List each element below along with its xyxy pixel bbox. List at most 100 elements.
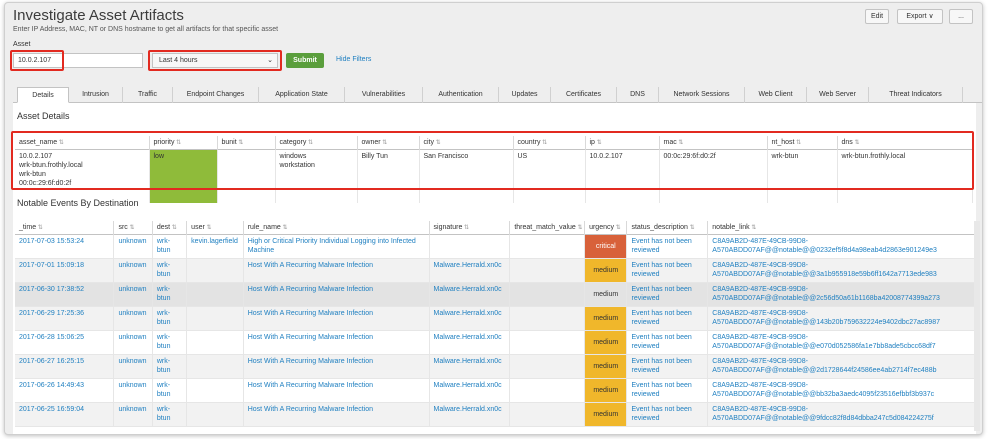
cell-src[interactable]: unknown bbox=[113, 330, 153, 354]
tab-authentication[interactable]: Authentication bbox=[423, 87, 499, 103]
sort-icon[interactable]: ⇅ bbox=[381, 140, 387, 146]
notable-link-line[interactable]: C8A9AB2D-487E-49CB-99D8- bbox=[712, 357, 970, 366]
column-header-dest[interactable]: dest ⇅ bbox=[152, 221, 188, 234]
cell-rule-name[interactable]: Host With A Recurring Malware Infection bbox=[243, 402, 430, 426]
cell-signature[interactable]: Malware.Herrald.xn0c bbox=[429, 306, 511, 330]
sort-icon[interactable]: ⇅ bbox=[462, 225, 469, 231]
cell-urgency[interactable]: medium bbox=[584, 258, 628, 282]
cell-urgency[interactable]: critical bbox=[584, 234, 628, 258]
cell-signature[interactable]: Malware.Herrald.xn0c bbox=[429, 402, 511, 426]
cell-dest[interactable]: wrk-btun bbox=[152, 330, 188, 354]
cell-user[interactable] bbox=[186, 306, 244, 330]
sort-icon[interactable]: ⇅ bbox=[205, 225, 211, 231]
table-row[interactable]: 2017-07-03 15:53:24 unknown wrk-btun kevin.… bbox=[15, 234, 975, 258]
notable-link-line[interactable]: A570ABDD07AF@@notable@@2d1728644f24586ee… bbox=[712, 366, 970, 375]
column-header-city[interactable]: city ⇅ bbox=[419, 136, 514, 149]
cell-rule-name[interactable]: Host With A Recurring Malware Infection bbox=[243, 282, 430, 306]
cell-urgency[interactable]: medium bbox=[584, 354, 628, 378]
tab-traffic[interactable]: Traffic bbox=[123, 87, 173, 103]
cell-urgency[interactable]: medium bbox=[584, 330, 628, 354]
tab-updates[interactable]: Updates bbox=[499, 87, 551, 103]
edit-button[interactable]: Edit bbox=[865, 9, 889, 24]
cell-src[interactable]: unknown bbox=[113, 234, 153, 258]
column-header-asset-name[interactable]: asset_name ⇅ bbox=[15, 136, 150, 149]
cell-time[interactable]: 2017-07-03 15:53:24 bbox=[15, 234, 115, 258]
export-button[interactable]: Export ∨ bbox=[897, 9, 943, 24]
notable-link-line[interactable]: A570ABDD07AF@@notable@@2c56d50a61b1168ba… bbox=[712, 294, 970, 303]
table-row[interactable]: 2017-06-25 16:59:04 unknown wrk-btun Host W… bbox=[15, 402, 975, 426]
cell-notable-link[interactable]: C8A9AB2D-487E-49CB-99D8- A570ABDD07AF@@no… bbox=[707, 402, 975, 426]
column-header-nt-host[interactable]: nt_host ⇅ bbox=[767, 136, 838, 149]
column-header-signature[interactable]: signature ⇅ bbox=[429, 221, 511, 234]
cell-src[interactable]: unknown bbox=[113, 378, 153, 402]
column-header-rule-name[interactable]: rule_name ⇅ bbox=[243, 221, 430, 234]
column-header-bunit[interactable]: bunit ⇅ bbox=[217, 136, 276, 149]
sort-icon[interactable]: ⇅ bbox=[434, 140, 441, 146]
cell-dest[interactable]: wrk-btun bbox=[152, 402, 188, 426]
column-header-dns[interactable]: dns ⇅ bbox=[837, 136, 973, 149]
tab-application-state[interactable]: Application State bbox=[259, 87, 345, 103]
notable-link-line[interactable]: A570ABDD07AF@@notable@@9fdcc82f8d84dbba2… bbox=[712, 414, 970, 423]
cell-status-description[interactable]: Event has not been reviewed bbox=[626, 354, 709, 378]
notable-link-line[interactable]: A570ABDD07AF@@notable@@bb32ba3aedc4095f2… bbox=[712, 390, 970, 399]
notable-link-line[interactable]: C8A9AB2D-487E-49CB-99D8- bbox=[712, 405, 970, 414]
cell-dest[interactable]: wrk-btun bbox=[152, 306, 188, 330]
column-header-mac[interactable]: mac ⇅ bbox=[659, 136, 768, 149]
tab-details[interactable]: Details bbox=[17, 87, 69, 103]
cell-signature[interactable] bbox=[429, 234, 511, 258]
cell-signature[interactable]: Malware.Herrald.xn0c bbox=[429, 282, 511, 306]
hide-filters-link[interactable]: Hide Filters bbox=[336, 56, 371, 63]
notable-link-line[interactable]: A570ABDD07AF@@notable@@e070d052586fa1e7b… bbox=[712, 342, 970, 351]
cell-rule-name[interactable]: Host With A Recurring Malware Infection bbox=[243, 354, 430, 378]
sort-icon[interactable]: ⇅ bbox=[614, 225, 621, 231]
cell-urgency[interactable]: medium bbox=[584, 378, 628, 402]
column-header-ip[interactable]: ip ⇅ bbox=[585, 136, 660, 149]
cell-signature[interactable]: Malware.Herrald.xn0c bbox=[429, 378, 511, 402]
column-header-notable-link[interactable]: notable_link ⇅ bbox=[707, 221, 975, 234]
cell-signature[interactable]: Malware.Herrald.xn0c bbox=[429, 330, 511, 354]
cell-time[interactable]: 2017-06-28 15:06:25 bbox=[15, 330, 115, 354]
notable-link-line[interactable]: A570ABDD07AF@@notable@@3a1b955918e59b6ff… bbox=[712, 270, 970, 279]
notable-link-line[interactable]: C8A9AB2D-487E-49CB-99D8- bbox=[712, 309, 970, 318]
sort-icon[interactable]: ⇅ bbox=[128, 225, 134, 231]
cell-signature[interactable]: Malware.Herrald.xn0c bbox=[429, 354, 511, 378]
sort-icon[interactable]: ⇅ bbox=[576, 225, 582, 231]
cell-user[interactable] bbox=[186, 258, 244, 282]
cell-dest[interactable]: wrk-btun bbox=[152, 234, 188, 258]
cell-status-description[interactable]: Event has not been reviewed bbox=[626, 258, 709, 282]
asset-input[interactable] bbox=[13, 53, 143, 68]
sort-icon[interactable]: ⇅ bbox=[170, 225, 177, 231]
column-header-owner[interactable]: owner ⇅ bbox=[357, 136, 420, 149]
cell-time[interactable]: 2017-06-25 16:59:04 bbox=[15, 402, 115, 426]
cell-notable-link[interactable]: C8A9AB2D-487E-49CB-99D8- A570ABDD07AF@@no… bbox=[707, 282, 975, 306]
sort-icon[interactable]: ⇅ bbox=[175, 140, 181, 146]
notable-link-line[interactable]: C8A9AB2D-487E-49CB-99D8- bbox=[712, 237, 970, 246]
table-row[interactable]: 2017-07-01 15:09:18 unknown wrk-btun Host W… bbox=[15, 258, 975, 282]
cell-src[interactable]: unknown bbox=[113, 306, 153, 330]
column-header-category[interactable]: category ⇅ bbox=[275, 136, 358, 149]
cell-rule-name[interactable]: Host With A Recurring Malware Infection bbox=[243, 330, 430, 354]
cell-dest[interactable]: wrk-btun bbox=[152, 378, 188, 402]
cell-rule-name[interactable]: High or Critical Priority Individual Log… bbox=[243, 234, 430, 258]
notable-link-line[interactable]: C8A9AB2D-487E-49CB-99D8- bbox=[712, 285, 970, 294]
cell-time[interactable]: 2017-06-30 17:38:52 bbox=[15, 282, 115, 306]
tab-certificates[interactable]: Certificates bbox=[551, 87, 617, 103]
cell-rule-name[interactable]: Host With A Recurring Malware Infection bbox=[243, 306, 430, 330]
column-header--time[interactable]: _time ⇅ bbox=[15, 221, 115, 234]
time-range-select[interactable]: Last 4 hours ⌄ bbox=[152, 53, 278, 68]
table-row[interactable]: 2017-06-28 15:06:25 unknown wrk-btun Host W… bbox=[15, 330, 975, 354]
sort-icon[interactable]: ⇅ bbox=[853, 140, 859, 146]
sort-icon[interactable]: ⇅ bbox=[237, 140, 243, 146]
sort-icon[interactable]: ⇅ bbox=[57, 140, 64, 146]
table-row[interactable]: 2017-06-27 16:25:15 unknown wrk-btun Host W… bbox=[15, 354, 975, 378]
cell-user[interactable] bbox=[186, 330, 244, 354]
cell-time[interactable]: 2017-07-01 15:09:18 bbox=[15, 258, 115, 282]
notable-link-line[interactable]: C8A9AB2D-487E-49CB-99D8- bbox=[712, 261, 970, 270]
cell-urgency[interactable]: medium bbox=[584, 306, 628, 330]
column-header-status-description[interactable]: status_description ⇅ bbox=[626, 221, 709, 234]
sort-icon[interactable]: ⇅ bbox=[595, 140, 602, 146]
cell-src[interactable]: unknown bbox=[113, 258, 153, 282]
cell-src[interactable]: unknown bbox=[113, 402, 153, 426]
column-header-threat-match-value[interactable]: threat_match_value ⇅ bbox=[509, 221, 586, 234]
cell-rule-name[interactable]: Host With A Recurring Malware Infection bbox=[243, 378, 430, 402]
